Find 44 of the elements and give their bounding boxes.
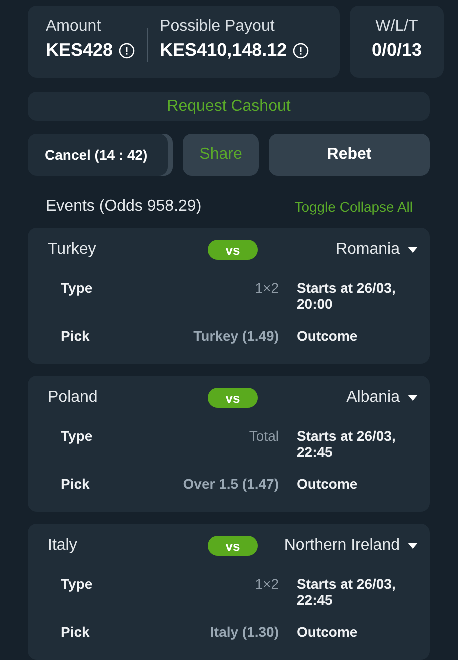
detail-value: Total	[249, 428, 279, 444]
toggle-collapse-link[interactable]: Toggle Collapse All	[294, 199, 413, 215]
payout-label: Possible Payout	[160, 18, 276, 36]
info-icon[interactable]	[119, 42, 136, 58]
detail-info: Starts at 26/03, 22:45	[297, 428, 397, 460]
home-team: Italy	[48, 537, 78, 555]
detail-label: Type	[61, 576, 94, 592]
away-team: Northern Ireland	[284, 537, 400, 555]
detail-value: Italy (1.30)	[210, 624, 279, 640]
vs-badge: vs	[208, 536, 258, 556]
caret-icon[interactable]	[408, 395, 418, 401]
detail-label: Type	[61, 428, 94, 444]
share-button[interactable]: Share	[183, 134, 259, 176]
detail-info: Outcome	[297, 476, 359, 492]
detail-info: Starts at 26/03, 20:00	[297, 280, 397, 312]
detail-label: Pick	[61, 476, 91, 492]
caret-icon[interactable]	[408, 543, 418, 549]
caret-icon[interactable]	[408, 247, 418, 253]
detail-label: Type	[61, 280, 94, 296]
detail-label: Pick	[61, 624, 91, 640]
detail-info: Outcome	[297, 328, 359, 344]
away-team: Romania	[336, 241, 400, 259]
payout-value: KES410,148.12	[160, 40, 288, 61]
amount-label: Amount	[46, 18, 102, 36]
away-team: Albania	[346, 389, 400, 407]
events-title: Events (Odds 958.29)	[46, 198, 202, 216]
record-value: 0/0/13	[372, 40, 422, 61]
home-team: Turkey	[48, 241, 96, 259]
detail-info: Outcome	[297, 624, 359, 640]
detail-label: Pick	[61, 328, 91, 344]
home-team: Poland	[48, 389, 98, 407]
detail-value: Turkey (1.49)	[194, 328, 279, 344]
detail-value: Over 1.5 (1.47)	[183, 476, 279, 492]
detail-value: 1×2	[255, 280, 279, 296]
rebet-button[interactable]: Rebet	[269, 134, 430, 176]
request-cashout-button[interactable]: Request Cashout	[28, 92, 430, 121]
cancel-button[interactable]: Cancel (14 : 42)	[28, 134, 173, 176]
vs-badge: vs	[208, 240, 258, 260]
vs-badge: vs	[208, 388, 258, 408]
detail-info: Starts at 26/03, 22:45	[297, 576, 397, 608]
info-icon[interactable]	[293, 42, 310, 58]
detail-value: 1×2	[255, 576, 279, 592]
record-label: W/L/T	[376, 18, 418, 36]
amount-value: KES428	[46, 40, 114, 61]
